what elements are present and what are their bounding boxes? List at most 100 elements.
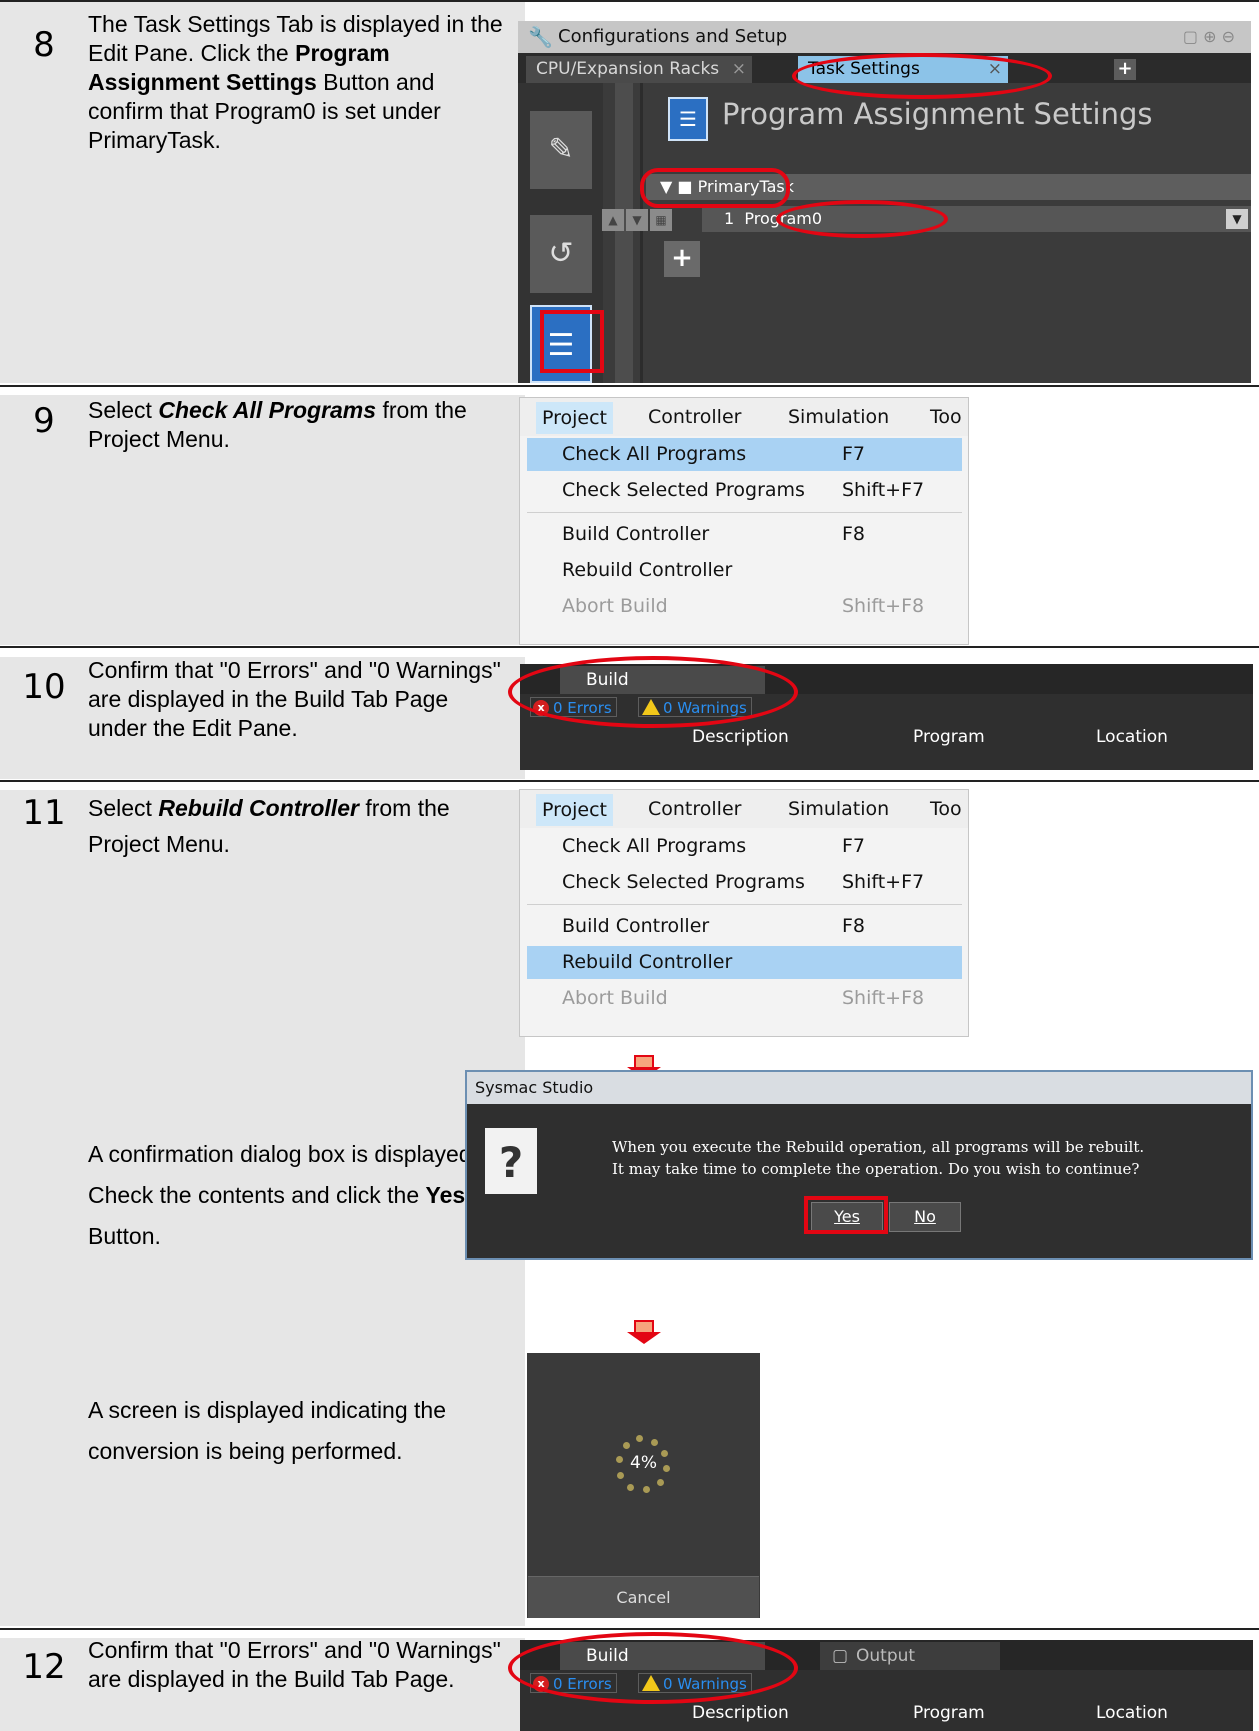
cancel-button[interactable]: Cancel xyxy=(528,1576,759,1618)
step-11-progress-description: A screen is displayed indicating the con… xyxy=(88,1397,446,1464)
settings-sidebar: ✎ ↺ ☰ xyxy=(518,83,603,383)
tab-build[interactable]: Build xyxy=(560,666,765,694)
no-button[interactable]: No xyxy=(889,1202,961,1232)
menu-controller[interactable]: Controller xyxy=(648,798,741,820)
tab-cpu-expansion-racks[interactable]: CPU/Expansion Racks × xyxy=(526,56,752,83)
move-down-icon[interactable]: ▼ xyxy=(626,209,648,231)
menu-simulation[interactable]: Simulation xyxy=(788,406,889,428)
question-icon: ? xyxy=(485,1128,537,1194)
build-panel-step10: Build x0 Errors 0 Warnings Description P… xyxy=(520,664,1253,770)
window-icon: ▢ xyxy=(832,1646,849,1666)
step-12-description: Confirm that "0 Errors" and "0 Warnings"… xyxy=(88,1637,501,1692)
sidebar-scrollbar[interactable] xyxy=(615,83,633,383)
warnings-filter[interactable]: 0 Warnings xyxy=(638,1673,752,1693)
spinner-dot xyxy=(651,1439,658,1446)
program-assignment-row[interactable]: 1 Program0 ▼ xyxy=(702,206,1251,232)
build-tab-strip: Build xyxy=(520,664,1253,694)
config-title-bar: 🔧 Configurations and Setup ▢ ⊕ ⊖ xyxy=(518,21,1251,53)
primary-task-row[interactable]: ▼ ■ PrimaryTask xyxy=(646,174,1251,200)
close-icon[interactable]: × xyxy=(732,56,746,83)
error-icon: x xyxy=(533,700,549,716)
menu-item-abort-build: Abort Build Shift+F8 xyxy=(562,595,925,617)
divider-top xyxy=(0,0,1259,2)
menu-item-check-all-programs[interactable]: Check All Programs F7 xyxy=(520,830,968,863)
list-icon: ☰ xyxy=(668,97,708,141)
sysmac-confirm-dialog: Sysmac Studio ? When you execute the Reb… xyxy=(465,1070,1253,1260)
menu-project[interactable]: Project xyxy=(536,402,614,434)
step-11-dialog-description: A confirmation dialog box is displayed. … xyxy=(88,1141,478,1249)
menu-tools[interactable]: Too xyxy=(930,798,962,820)
io-settings-icon[interactable]: ↺ xyxy=(530,215,592,293)
spinner-dot xyxy=(623,1442,630,1449)
menu-item-abort-build: Abort Build Shift+F8 xyxy=(562,987,925,1009)
step-11-description: Select Rebuild Controller from the Proje… xyxy=(88,795,450,857)
progress-percent: 4% xyxy=(630,1453,657,1473)
spinner-dot xyxy=(657,1479,664,1486)
spinner-dot xyxy=(627,1484,634,1491)
editor-tabs: CPU/Expansion Racks × Task Settings × + xyxy=(518,53,1251,83)
tab-output[interactable]: ▢ Output xyxy=(820,1642,1000,1670)
menu-item-check-selected-programs[interactable]: Check Selected Programs Shift+F7 xyxy=(520,474,968,507)
menu-project[interactable]: Project xyxy=(536,794,614,826)
close-icon[interactable]: × xyxy=(988,56,1002,83)
step-8-description: The Task Settings Tab is displayed in th… xyxy=(88,11,503,153)
menu-controller[interactable]: Controller xyxy=(648,406,741,428)
tab-task-settings[interactable]: Task Settings × xyxy=(798,56,1008,83)
build-columns: Description Program Location xyxy=(520,1696,1253,1730)
project-menu-rebuild: Project Controller Simulation Too Check … xyxy=(519,789,969,1037)
menu-item-rebuild-controller[interactable]: Rebuild Controller xyxy=(520,554,968,587)
zoom-icons: ▢ ⊕ ⊖ xyxy=(1182,27,1235,46)
step-number: 12 xyxy=(22,1647,66,1687)
menu-item-build-controller[interactable]: Build Controller F8 xyxy=(520,518,968,551)
add-tab-button[interactable]: + xyxy=(1114,59,1136,80)
step-number: 11 xyxy=(22,793,66,833)
build-panel-step12: Build ▢ Output x0 Errors 0 Warnings Descr… xyxy=(520,1640,1253,1731)
column-description: Description xyxy=(692,1703,789,1723)
menu-item-check-selected-programs[interactable]: Check Selected Programs Shift+F7 xyxy=(520,866,968,899)
warning-icon xyxy=(642,1675,660,1691)
column-location: Location xyxy=(1096,727,1168,747)
build-counts: x0 Errors 0 Warnings xyxy=(520,695,1253,719)
column-location: Location xyxy=(1096,1703,1168,1723)
move-up-icon[interactable]: ▲ xyxy=(602,209,624,231)
divider-9-10 xyxy=(0,646,1259,648)
divider-10-11 xyxy=(0,780,1259,782)
divider-8-9 xyxy=(0,385,1259,387)
build-tab-strip: Build ▢ Output xyxy=(520,1640,1253,1670)
dialog-message: When you execute the Rebuild operation, … xyxy=(612,1138,1145,1178)
column-program: Program xyxy=(913,727,985,747)
step-9-description: Select Check All Programs from the Proje… xyxy=(88,397,467,452)
step-number: 8 xyxy=(33,25,55,65)
dropdown-arrow-icon[interactable]: ▼ xyxy=(1226,209,1248,229)
divider-11-12 xyxy=(0,1628,1259,1630)
rebuild-progress-screen: 4% Cancel xyxy=(527,1353,760,1618)
triangle-down-icon: ▼ xyxy=(660,177,673,196)
menu-tools[interactable]: Too xyxy=(930,406,962,428)
program-assignment-heading: ☰ Program Assignment Settings xyxy=(652,91,1251,141)
menu-separator xyxy=(527,904,962,905)
build-columns: Description Program Location xyxy=(520,720,1253,754)
page-title: Program Assignment Settings xyxy=(722,97,1153,131)
menu-separator xyxy=(527,512,962,513)
tab-build[interactable]: Build xyxy=(560,1642,765,1670)
menu-item-check-all-programs[interactable]: Check All Programs F7 xyxy=(527,438,962,471)
warnings-filter[interactable]: 0 Warnings xyxy=(638,697,752,717)
step-number: 10 xyxy=(22,667,66,707)
errors-filter[interactable]: x0 Errors xyxy=(530,697,617,717)
spinner-dot xyxy=(617,1472,624,1479)
add-program-button[interactable]: + xyxy=(664,241,700,277)
program-name: Program0 xyxy=(744,209,823,228)
task-settings-screenshot: 🔧 Configurations and Setup ▢ ⊕ ⊖ CPU/Exp… xyxy=(518,21,1251,383)
build-counts: x0 Errors 0 Warnings xyxy=(520,1671,1253,1695)
trash-icon[interactable]: ▦ xyxy=(650,209,672,231)
menu-simulation[interactable]: Simulation xyxy=(788,798,889,820)
menu-item-rebuild-controller[interactable]: Rebuild Controller xyxy=(527,946,962,979)
column-program: Program xyxy=(913,1703,985,1723)
yes-button[interactable]: Yes xyxy=(811,1202,883,1232)
errors-filter[interactable]: x0 Errors xyxy=(530,1673,617,1693)
menu-item-build-controller[interactable]: Build Controller F8 xyxy=(520,910,968,943)
step-10-description: Confirm that "0 Errors" and "0 Warnings"… xyxy=(88,657,501,741)
error-icon: x xyxy=(533,1676,549,1692)
program-assignment-settings-button[interactable]: ☰ xyxy=(530,305,592,383)
pencil-icon[interactable]: ✎ xyxy=(530,111,592,189)
